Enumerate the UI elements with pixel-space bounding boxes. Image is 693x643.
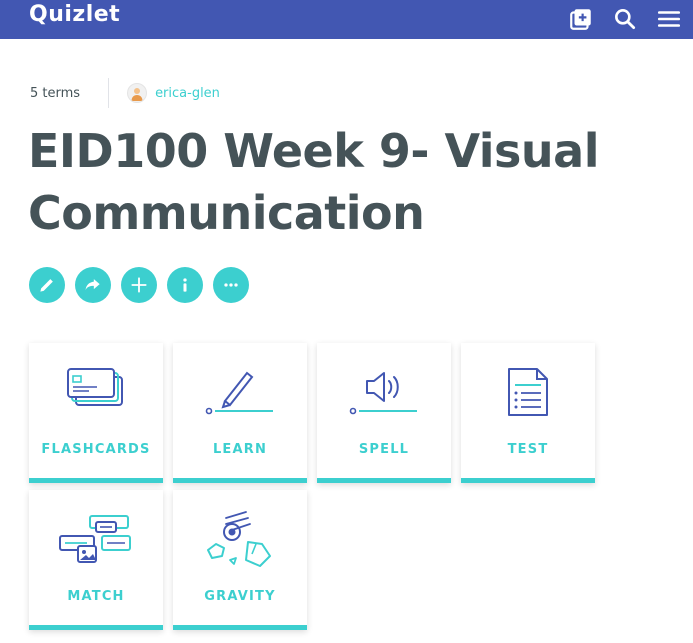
share-icon [85, 279, 100, 290]
card-accent-bar [29, 478, 163, 483]
avatar [127, 83, 148, 103]
mode-label: MATCH [67, 589, 125, 604]
mode-card-spell[interactable]: SPELL [317, 343, 451, 483]
mode-label: GRAVITY [204, 589, 276, 604]
info-icon [183, 278, 187, 292]
mode-card-learn[interactable]: LEARN [173, 343, 307, 483]
mode-label: TEST [507, 442, 549, 457]
edit-icon [40, 279, 53, 292]
more-icon [224, 283, 238, 287]
quizlet-logo[interactable]: Quizlet [29, 2, 120, 27]
match-icon [59, 515, 131, 563]
top-nav-bar: Quizlet [0, 0, 693, 39]
card-accent-bar [461, 478, 595, 483]
author-link[interactable]: erica-glen [127, 83, 220, 103]
spell-icon [349, 372, 417, 415]
page-title: EID100 Week 9- Visual Communication [28, 124, 599, 240]
search-icon[interactable] [612, 6, 638, 32]
learn-icon [205, 371, 273, 415]
meta-divider [108, 78, 110, 108]
test-icon [508, 368, 548, 416]
mode-label: FLASHCARDS [41, 442, 151, 457]
card-accent-bar [317, 478, 451, 483]
add-button[interactable] [121, 267, 157, 303]
set-actions [29, 267, 259, 303]
card-accent-bar [29, 625, 163, 630]
mode-label: SPELL [358, 442, 410, 457]
set-meta: 5 terms erica-glen [30, 78, 220, 108]
mode-card-flashcards[interactable]: FLASHCARDS [29, 343, 163, 483]
author-name: erica-glen [155, 85, 220, 101]
mode-card-match[interactable]: MATCH [29, 490, 163, 630]
menu-icon[interactable] [656, 6, 682, 32]
term-count: 5 terms [30, 85, 81, 101]
create-set-icon[interactable] [568, 6, 594, 32]
add-icon [131, 277, 147, 293]
edit-button[interactable] [29, 267, 65, 303]
card-accent-bar [173, 478, 307, 483]
share-button[interactable] [75, 267, 111, 303]
gravity-icon [207, 511, 271, 567]
flashcards-icon [67, 368, 123, 406]
card-accent-bar [173, 625, 307, 630]
info-button[interactable] [167, 267, 203, 303]
mode-card-gravity[interactable]: GRAVITY [173, 490, 307, 630]
mode-label: LEARN [212, 442, 268, 457]
more-button[interactable] [213, 267, 249, 303]
mode-card-test[interactable]: TEST [461, 343, 595, 483]
